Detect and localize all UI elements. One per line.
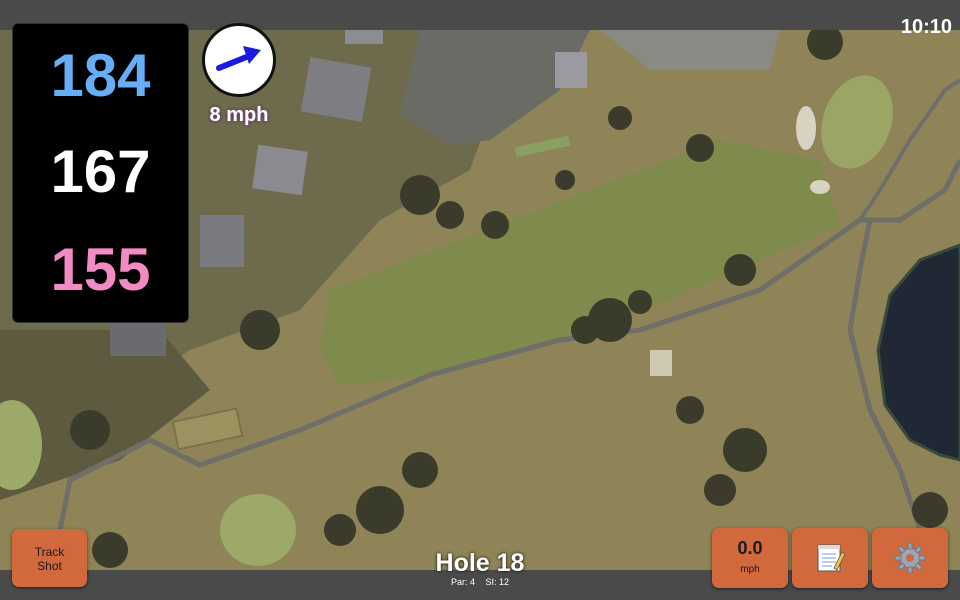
notes-button[interactable]	[792, 528, 868, 588]
speed-unit: mph	[740, 564, 760, 575]
wind-speed-label: 8 mph	[209, 104, 269, 126]
distance-panel: 184 167 155	[12, 23, 189, 323]
speed-value: 0.0	[737, 538, 763, 558]
clock: 10:10	[900, 16, 952, 38]
gear-icon	[894, 542, 926, 574]
front-distance: 155	[50, 236, 151, 303]
notepad-icon	[817, 544, 846, 572]
middle-distance: 167	[50, 138, 151, 205]
hole-info: Par: 4 SI: 12	[400, 577, 560, 587]
back-distance: 184	[50, 42, 151, 109]
track-shot-button[interactable]: Track Shot	[12, 529, 87, 587]
hole-title[interactable]: Hole 18	[400, 549, 560, 578]
stroke-index-label: SI: 12	[485, 577, 510, 587]
arrow-icon	[216, 46, 261, 71]
par-label: Par: 4	[450, 577, 475, 587]
settings-button[interactable]	[872, 528, 948, 588]
track-shot-label-line2: Shot	[37, 559, 62, 573]
wind-indicator[interactable]	[202, 23, 276, 97]
track-shot-label-line1: Track	[34, 545, 65, 559]
speed-button[interactable]: 0.0 mph	[712, 528, 788, 588]
